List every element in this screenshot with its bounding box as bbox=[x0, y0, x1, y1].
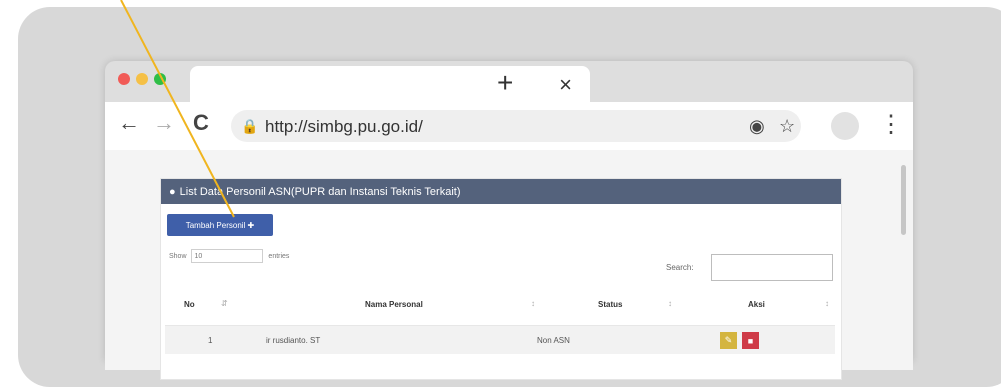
search-label: Search: bbox=[666, 263, 694, 272]
new-tab-button[interactable]: + bbox=[497, 67, 513, 99]
table-header: No ⇵ Nama Personal ↕ Status ↕ Aksi ↕ bbox=[165, 294, 835, 316]
panel-bullet-icon: ● bbox=[169, 185, 176, 198]
personnel-status: Non ASN bbox=[537, 336, 570, 345]
column-name[interactable]: Nama Personal bbox=[365, 300, 423, 309]
sort-status-icon[interactable]: ↕ bbox=[668, 299, 672, 308]
add-personnel-button[interactable]: Tambah Personil ✚ bbox=[167, 214, 273, 236]
search-input[interactable] bbox=[711, 254, 833, 281]
row-number: 1 bbox=[208, 336, 213, 345]
back-icon[interactable]: ← bbox=[118, 110, 140, 136]
personnel-panel: ● List Data Personil ASN(PUPR dan Instan… bbox=[160, 178, 842, 380]
show-label: Show bbox=[169, 252, 187, 260]
edit-icon[interactable]: ✎ bbox=[720, 332, 737, 349]
page-scrollbar[interactable] bbox=[901, 165, 906, 235]
panel-title: List Data Personil ASN(PUPR dan Instansi… bbox=[179, 185, 461, 198]
sort-name-icon[interactable]: ↕ bbox=[531, 299, 535, 308]
address-bar[interactable]: 🔒 http://simbg.pu.go.id/ ◉ ☆ bbox=[231, 110, 801, 142]
profile-avatar[interactable] bbox=[831, 112, 859, 140]
plus-icon: ✚ bbox=[245, 220, 255, 230]
reload-icon[interactable]: C bbox=[193, 110, 209, 136]
location-icon[interactable]: ◉ bbox=[749, 116, 765, 137]
menu-icon[interactable]: ⋮ bbox=[879, 110, 903, 139]
web-content: ● List Data Personil ASN(PUPR dan Instan… bbox=[105, 150, 913, 380]
personnel-name: ir rusdianto. ST bbox=[266, 336, 321, 345]
tab-close-icon[interactable]: × bbox=[559, 72, 572, 98]
minimize-window-button[interactable] bbox=[136, 73, 148, 85]
browser-tab[interactable]: × bbox=[190, 66, 590, 102]
browser-toolbar: ← → C 🔒 http://simbg.pu.go.id/ ◉ ☆ ⋮ bbox=[105, 102, 913, 150]
sort-no-icon[interactable]: ⇵ bbox=[221, 299, 228, 308]
show-entries-control: Show 10 entries bbox=[169, 249, 289, 263]
sort-action-icon[interactable]: ↕ bbox=[825, 299, 829, 308]
address-url[interactable]: http://simbg.pu.go.id/ bbox=[265, 117, 423, 137]
lock-icon: 🔒 bbox=[241, 118, 259, 134]
close-window-button[interactable] bbox=[118, 73, 130, 85]
table-row[interactable]: 1 ir rusdianto. ST Non ASN ✎ ■ bbox=[165, 325, 835, 354]
panel-header: ● List Data Personil ASN(PUPR dan Instan… bbox=[161, 179, 841, 204]
delete-icon[interactable]: ■ bbox=[742, 332, 759, 349]
window-controls bbox=[118, 73, 166, 85]
browser-window: × + ← → C 🔒 http://simbg.pu.go.id/ ◉ ☆ ⋮… bbox=[105, 61, 913, 380]
forward-icon[interactable]: → bbox=[153, 110, 175, 136]
maximize-window-button[interactable] bbox=[154, 73, 166, 85]
bookmark-icon[interactable]: ☆ bbox=[779, 116, 795, 137]
add-personnel-label: Tambah Personil bbox=[185, 220, 246, 230]
entries-select[interactable]: 10 bbox=[191, 249, 264, 263]
column-action[interactable]: Aksi bbox=[748, 300, 765, 309]
entries-label: entries bbox=[268, 252, 290, 260]
column-no[interactable]: No bbox=[184, 300, 195, 309]
column-status[interactable]: Status bbox=[598, 300, 622, 309]
